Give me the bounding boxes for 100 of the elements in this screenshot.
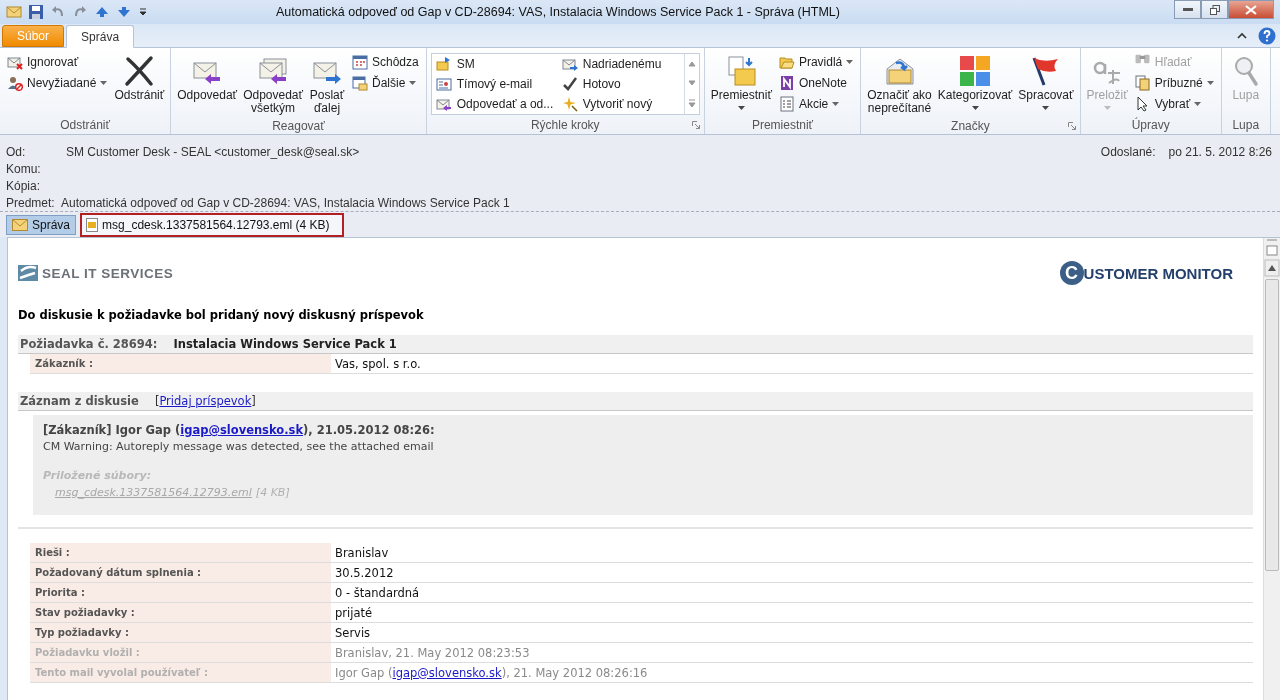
ribbon-button[interactable]: Vybrať — [1131, 93, 1217, 114]
quick-step[interactable]: Vytvoriť nový — [561, 94, 680, 114]
sent-label: Odoslané: — [1100, 145, 1156, 161]
ribbon-button[interactable]: Poslať ďalej — [307, 51, 347, 117]
group-label: Premiestniť — [751, 118, 814, 132]
field-value: Branislav — [334, 544, 390, 562]
scroll-up-icon[interactable] — [1264, 238, 1280, 278]
quick-step[interactable]: Odpovedať a od... — [435, 94, 554, 114]
x-mark-icon — [123, 55, 156, 87]
restore-icon — [1209, 4, 1220, 15]
quick-step[interactable]: Tímový e-mail — [435, 74, 554, 94]
email-file-icon — [86, 217, 99, 232]
header-label: Od: — [6, 145, 27, 161]
add-post-link-group: [Pridaj príspevok] — [154, 394, 256, 408]
list-icon — [778, 95, 795, 112]
ribbon-button[interactable]: Spracovať — [1016, 51, 1076, 112]
folder-icon — [725, 55, 758, 87]
group-label: Reagovať — [272, 118, 325, 133]
ribbon-button[interactable]: Akcie — [775, 93, 857, 114]
field-label: Zákazník : — [30, 354, 331, 373]
caret-icon — [1206, 80, 1214, 85]
group-label: Odstrániť — [60, 118, 111, 132]
ribbon-tab[interactable]: Správa — [66, 25, 135, 48]
ribbon-button[interactable]: Odstrániť — [112, 51, 167, 104]
help-icon[interactable] — [1258, 26, 1276, 45]
seal-logo-icon — [18, 265, 38, 281]
email-link[interactable]: igap@slovensko.sk — [392, 665, 502, 680]
field-value: 0 - štandardná — [334, 584, 421, 602]
ribbon-button[interactable]: Schôdza — [349, 51, 422, 72]
save-icon[interactable] — [28, 4, 44, 20]
gallery-scroll-buttons[interactable] — [683, 54, 699, 114]
request-title: Instalacia Windows Service Pack 1 — [173, 337, 397, 351]
product-logo-text: USTOMER MONITOR — [1083, 264, 1233, 282]
ribbon-button[interactable]: Odpovedať všetkým — [241, 51, 305, 117]
field-label: Požadovaný dátum splnenia : — [30, 563, 331, 582]
field-value: Vas, spol. s r.o. — [334, 355, 422, 373]
caret-icon — [1103, 106, 1111, 110]
group-label: Lupa — [1232, 118, 1260, 132]
caret-icon — [409, 80, 417, 85]
caret-icon — [971, 106, 979, 110]
request-number: Požiadavka č. 28694: — [20, 337, 158, 351]
quick-step[interactable]: Nadriadenému — [561, 54, 680, 74]
caret-icon — [737, 106, 745, 110]
minimize-button[interactable] — [1174, 0, 1201, 19]
ribbon-button[interactable]: Pravidlá — [775, 51, 857, 72]
person-blocked-icon — [7, 74, 23, 91]
company-logo-text: SEAL IT SERVICES — [42, 265, 174, 281]
field-value: prijaté — [334, 604, 374, 622]
ribbon-button[interactable]: Ďalšie — [349, 72, 422, 93]
vertical-scrollbar[interactable] — [1263, 238, 1280, 700]
sent-value: po 21. 5. 2012 8:26 — [1168, 145, 1272, 161]
envelopes-reply-icon — [257, 55, 290, 87]
field-label: Požiadavku vložil : — [30, 643, 331, 662]
ribbon-button[interactable]: Nevyžiadané — [4, 72, 111, 93]
message-tab[interactable]: Správa — [6, 214, 77, 235]
field-label: Typ požiadavky : — [30, 623, 331, 642]
caret-icon — [832, 101, 840, 106]
field-label: Rieši : — [30, 543, 331, 562]
add-post-link[interactable]: Pridaj príspevok — [159, 394, 252, 408]
caret-icon — [846, 59, 854, 64]
notebook-icon — [778, 74, 795, 91]
ribbon-button[interactable]: Príbuzné — [1131, 72, 1217, 93]
header-label: Komu: — [6, 162, 42, 178]
field-label: Tento mail vyvolal používateľ : — [30, 663, 331, 682]
header-label: Predmet: — [6, 196, 56, 212]
header-value: Automatická odpoveď od Gap v CD-28694: VAS, Instalacia Windows Service Pack 1 — [61, 196, 510, 212]
field-value: Branislav, 21. May 2012 08:23:53 — [334, 644, 531, 662]
ribbon-button[interactable]: Označiť ako neprečítané — [865, 51, 934, 117]
field-label: Priorita : — [30, 583, 331, 602]
attachment-tab[interactable]: msg_cdesk.1337581564.12793.eml (4 KB) — [80, 212, 344, 237]
notification-heading: Do diskusie k požiadavke bol pridaný nový diskusný príspevok — [18, 308, 425, 324]
attachment-size: [4 KB] — [255, 485, 290, 499]
logo-circle: C — [1059, 261, 1084, 285]
calendar-icon — [352, 74, 368, 91]
discussion-label: Záznam z diskusie — [20, 394, 139, 408]
calendar-icon — [352, 53, 368, 70]
field-label: Stav požiadavky : — [30, 603, 331, 622]
restore-button[interactable] — [1201, 0, 1228, 19]
ribbon-button[interactable]: Kategorizovať — [935, 51, 1015, 112]
quick-step[interactable]: SM — [435, 54, 554, 74]
close-button[interactable] — [1228, 0, 1274, 19]
caret-icon — [1194, 101, 1202, 106]
header-label: Kópia: — [6, 179, 42, 195]
collapse-ribbon-icon[interactable] — [1236, 30, 1248, 41]
email-link[interactable]: igap@slovensko.sk — [180, 423, 304, 437]
group-label: Úpravy — [1131, 118, 1170, 132]
field-value: 30.5.2012 — [334, 564, 395, 582]
dialog-launcher-icon[interactable] — [691, 121, 700, 129]
close-icon — [1245, 4, 1257, 15]
binoculars-icon — [1134, 53, 1150, 64]
ribbon-button[interactable]: Odpovedať — [175, 51, 240, 104]
ribbon-button[interactable]: OneNote — [775, 72, 857, 93]
documents-icon — [1134, 74, 1151, 91]
entry-author: [Zákazník] Igor Gap (igap@slovensko.sk), 21.05.2012 08:26: — [43, 422, 436, 439]
quick-step[interactable]: Hotovo — [561, 74, 680, 94]
caret-icon — [1042, 106, 1050, 110]
ribbon-button[interactable]: Ignorovať — [4, 51, 111, 72]
field-value: Igor Gap (igap@slovensko.sk), 21. May 2012 08:26:16 — [334, 664, 649, 682]
ribbon-button[interactable]: Premiestniť — [708, 51, 774, 112]
dialog-launcher-icon[interactable] — [1067, 122, 1076, 130]
